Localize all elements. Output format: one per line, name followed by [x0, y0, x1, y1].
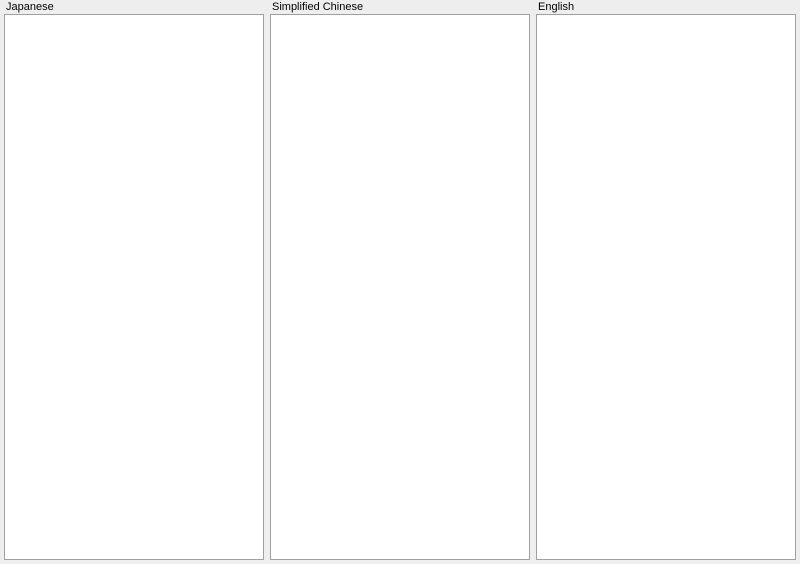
japanese-panel-label: Japanese — [4, 0, 264, 14]
japanese-textarea[interactable] — [4, 14, 264, 560]
simplified-chinese-panel-label: Simplified Chinese — [270, 0, 530, 14]
english-panel: English — [536, 0, 796, 560]
english-panel-label: English — [536, 0, 796, 14]
japanese-panel: Japanese — [4, 0, 264, 560]
simplified-chinese-panel: Simplified Chinese — [270, 0, 530, 560]
simplified-chinese-textarea[interactable] — [270, 14, 530, 560]
translation-panels-container: Japanese Simplified Chinese English — [0, 0, 800, 564]
english-textarea[interactable] — [536, 14, 796, 560]
